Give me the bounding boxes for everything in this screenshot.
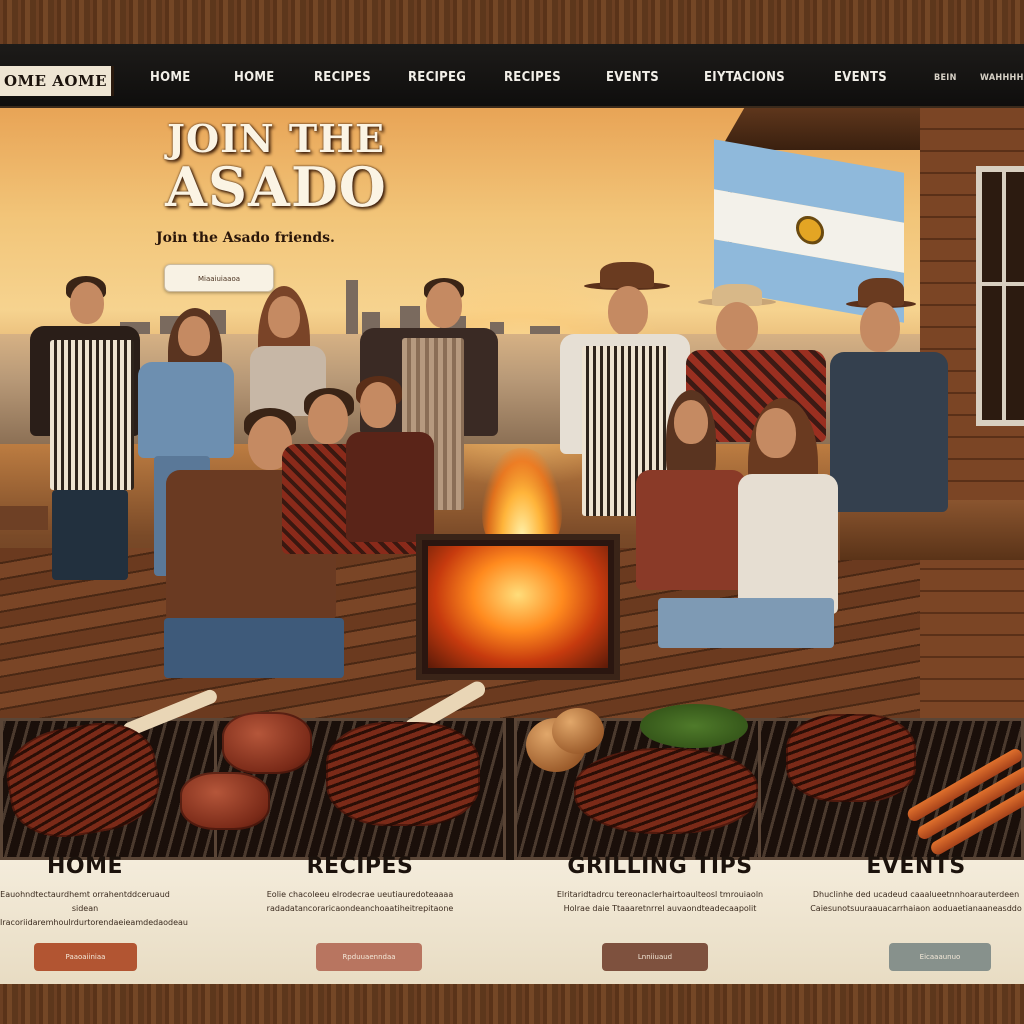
grill-food-strip xyxy=(0,678,1024,860)
site-logo[interactable]: OME AOME xyxy=(0,66,114,96)
nav-recipes-3[interactable]: RECIPES xyxy=(504,68,561,88)
card-description: Elritaridtadrcu tereonaclerhairtoaulteos… xyxy=(556,890,764,913)
card-recipes-button[interactable]: Rpduuaenndaa xyxy=(316,943,422,971)
nav-destinations[interactable]: EIYTACIONS xyxy=(704,68,785,88)
wood-frame-bottom xyxy=(0,984,1024,1024)
card-description: Dhuclinhe ded ucadeud caaalueetnnhoaraut… xyxy=(810,890,1022,913)
card-grilling-tips: GRILLING TIPS Elritaridtadrcu tereonacle… xyxy=(520,854,800,984)
feature-cards: HOME Eauohndtectaurdhemt orrahentddcerua… xyxy=(0,854,1024,984)
nav-link-small[interactable]: BEIN xyxy=(934,68,957,88)
nav-events[interactable]: EVENTS xyxy=(606,68,659,88)
hero-cta-button[interactable]: Miaaiuiaaoa xyxy=(164,264,274,292)
nav-recipes[interactable]: RECIPES xyxy=(314,68,371,88)
card-recipes: RECIPES Eolie chacoleeu elrodecrae ueuti… xyxy=(230,854,490,984)
steak-round xyxy=(222,712,312,774)
card-title: GRILLING TIPS xyxy=(567,854,753,879)
card-description: Eolie chacoleeu elrodecrae ueutiauredote… xyxy=(266,890,454,913)
wood-frame-top xyxy=(0,0,1024,44)
cabin-window xyxy=(976,166,1024,426)
card-home: HOME Eauohndtectaurdhemt orrahentddcerua… xyxy=(0,854,188,984)
card-title: HOME xyxy=(46,854,124,879)
top-navigation: OME AOME HOME HOME RECIPES RECIPEG RECIP… xyxy=(0,44,1024,108)
ribeye-steak xyxy=(326,722,480,826)
steak-small xyxy=(180,772,270,830)
hero-section: JOIN THE ASADO Join the Asado friends. M… xyxy=(0,108,1024,720)
nav-home-2[interactable]: HOME xyxy=(234,68,275,88)
nav-recipes-2[interactable]: RECIPEG xyxy=(408,68,466,88)
card-title: EVENTS xyxy=(866,854,966,879)
hero-title: JOIN THE ASADO xyxy=(146,116,406,219)
nav-link-small-2[interactable]: WAHHHHAIS xyxy=(980,68,1024,88)
potato-2 xyxy=(552,708,604,754)
card-grilling-tips-button[interactable]: Lnniiuaud xyxy=(602,943,708,971)
hero-title-line1: JOIN THE xyxy=(167,116,385,161)
rosemary-herb xyxy=(640,704,748,748)
card-home-button[interactable]: Paaoaiiniaa xyxy=(34,943,137,971)
grilled-steak-right xyxy=(786,714,916,802)
nav-home[interactable]: HOME xyxy=(150,68,191,88)
sun-of-may-icon xyxy=(796,213,824,247)
card-description: Eauohndtectaurdhemt orrahentddceruaud si… xyxy=(0,890,188,927)
card-events-button[interactable]: Eicaaaunuo xyxy=(889,943,991,971)
nav-events-2[interactable]: EVENTS xyxy=(834,68,887,88)
card-events: EVENTS Dhuclinhe ded ucadeud caaalueetnn… xyxy=(808,854,1024,984)
bench-left xyxy=(0,506,48,530)
grilled-steak-center xyxy=(574,748,758,834)
fire-pit xyxy=(416,534,620,680)
hero-subtitle: Join the Asado friends. xyxy=(156,230,335,246)
card-title: RECIPES xyxy=(306,854,414,879)
hero-title-line2: ASADO xyxy=(165,155,387,219)
